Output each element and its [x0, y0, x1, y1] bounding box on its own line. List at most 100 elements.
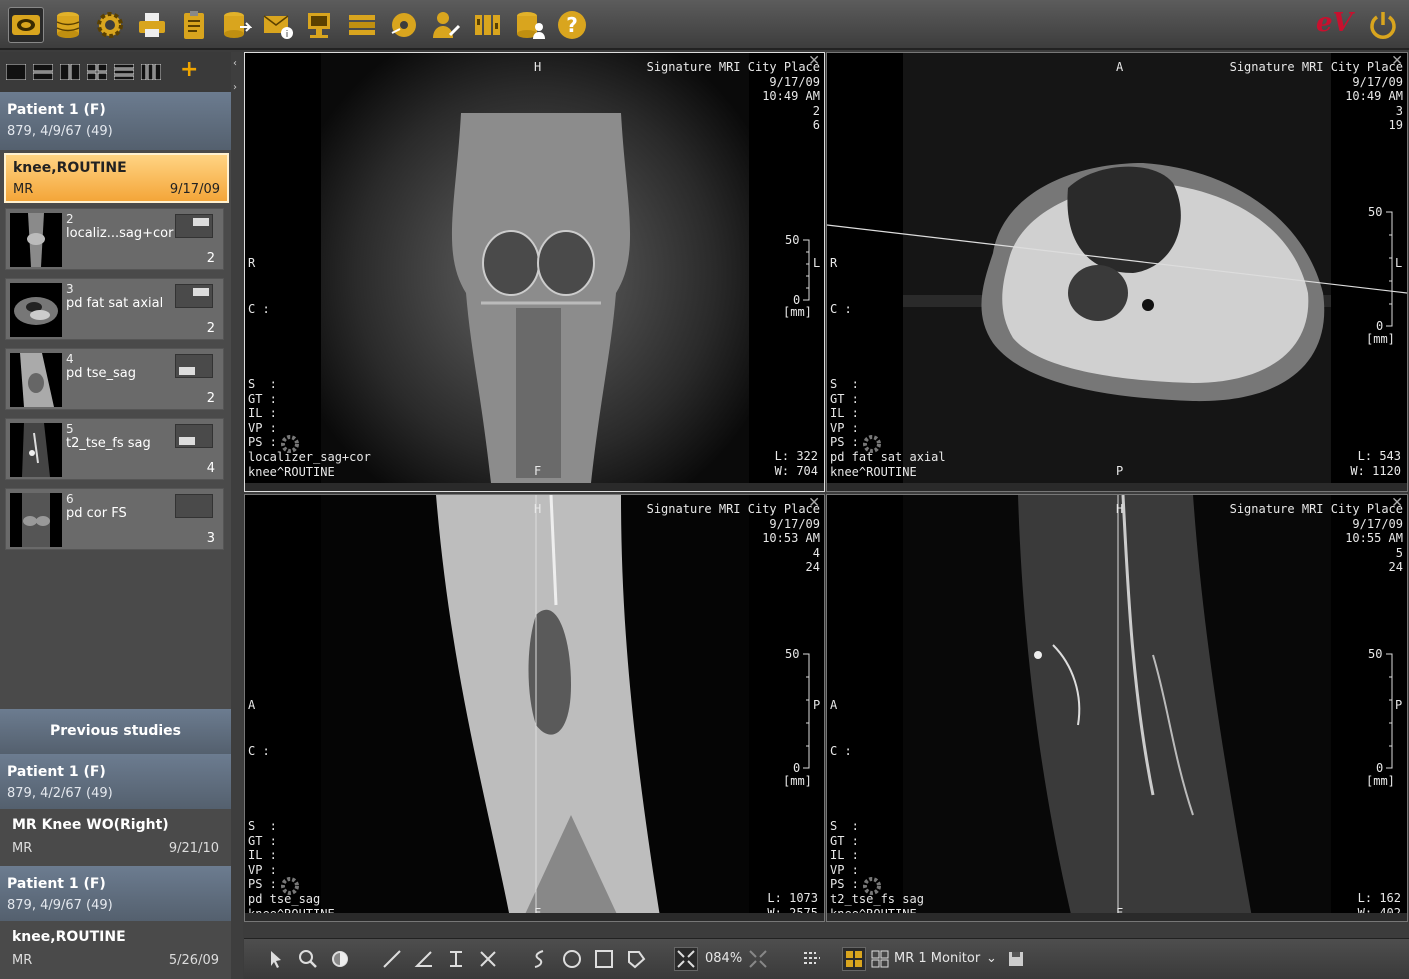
viewer-icon[interactable] — [8, 7, 44, 43]
viewport-1[interactable]: ✕ H F R L Signature MRI City Place 9/17/0… — [244, 52, 825, 492]
viewport-scrollbar[interactable] — [245, 483, 824, 491]
patient-name: Patient 1 (F) — [7, 102, 106, 118]
series-number: 3 — [1395, 103, 1403, 118]
viewport-settings-icon[interactable] — [861, 433, 883, 455]
chevron-down-icon[interactable]: ⌄ — [986, 951, 997, 966]
series-number: 5 — [66, 422, 74, 436]
layout-2x2-icon[interactable] — [86, 63, 108, 81]
expand-right-icon[interactable]: › — [233, 82, 237, 93]
cobb-angle-icon[interactable] — [444, 947, 468, 971]
previous-study-item[interactable]: MR Knee WO(Right) MR 9/21/10 — [0, 809, 231, 861]
layout-1x2-icon[interactable] — [59, 63, 81, 81]
series-image-count: 2 — [206, 391, 215, 406]
clipboard-icon[interactable] — [176, 7, 212, 43]
selected-study[interactable]: knee,ROUTINE MR 9/17/09 — [4, 153, 229, 203]
previous-study-item[interactable]: knee,ROUTINE MR 5/26/09 — [0, 921, 231, 973]
series-description: t2_tse_fs sag — [66, 436, 151, 451]
series-layout-indicator — [175, 494, 213, 518]
window-level-icon[interactable] — [328, 947, 352, 971]
viewport-settings-icon[interactable] — [279, 433, 301, 455]
viewport-settings-icon[interactable] — [279, 875, 301, 897]
reference-line — [535, 495, 537, 915]
viewport-info-top-right: Signature MRI City Place 9/17/09 10:49 AM 3… — [1230, 60, 1403, 133]
collapse-left-icon[interactable]: ‹ — [233, 58, 237, 69]
layout-columns-icon[interactable] — [140, 63, 162, 81]
series-item[interactable]: 3 pd fat sat axial 2 — [5, 278, 224, 340]
study-date: 9/17/09 — [1352, 516, 1403, 531]
overlay-gt: GT : — [248, 391, 277, 406]
viewport-3[interactable]: ✕ H F A P Signature MRI City Place9/17/0… — [244, 494, 825, 922]
overlay-il: IL : — [830, 406, 859, 421]
study-title: knee,ROUTINE — [13, 160, 127, 176]
help-icon[interactable]: ? — [554, 7, 590, 43]
printer-icon[interactable] — [134, 7, 170, 43]
viewport-4[interactable]: ✕ H F A P Signature MRI City Place9/17/0… — [826, 494, 1408, 922]
series-number: 2 — [812, 103, 820, 118]
width-value: W: 1120 — [1350, 463, 1401, 478]
layout-1x1-icon[interactable] — [5, 63, 27, 81]
series-thumbnail — [10, 353, 62, 407]
viewport-scrollbar[interactable] — [827, 913, 1407, 921]
orientation-top: A — [1116, 60, 1124, 74]
gear-icon[interactable] — [92, 7, 128, 43]
layout-2x1-icon[interactable] — [32, 63, 54, 81]
overlay-s: S : — [248, 377, 277, 391]
series-item[interactable]: 4 pd tse_sag 2 — [5, 348, 224, 410]
series-thumbnail — [10, 283, 62, 337]
series-description: pd cor FS — [66, 506, 127, 521]
add-layout-button[interactable]: + — [180, 57, 198, 82]
zoom-icon[interactable] — [296, 947, 320, 971]
envelope-info-icon[interactable]: i — [260, 7, 296, 43]
series-number: 4 — [812, 545, 820, 560]
viewport-settings-icon[interactable] — [861, 875, 883, 897]
freehand-icon[interactable] — [528, 947, 552, 971]
angle-icon[interactable] — [412, 947, 436, 971]
orientation-left: R — [830, 256, 838, 270]
viewport-scrollbar[interactable] — [245, 913, 824, 921]
monitor-select[interactable]: MR 1 Monitor — [894, 951, 980, 966]
viewport-2[interactable]: ✕ A P R L Signature MRI City Place 9/17/0… — [826, 52, 1408, 492]
study-modality: MR — [12, 841, 33, 856]
level-value: L: 322 — [774, 449, 818, 463]
zoom-level: 084% — [705, 951, 743, 966]
sync-icon[interactable] — [800, 947, 824, 971]
previous-studies-header: Previous studies — [0, 709, 231, 754]
panel-splitter[interactable]: ‹ › — [231, 52, 243, 979]
database-user-icon[interactable] — [512, 7, 548, 43]
polygon-roi-icon[interactable] — [624, 947, 648, 971]
study-title: MR Knee WO(Right) — [12, 817, 169, 833]
user-edit-icon[interactable] — [428, 7, 464, 43]
monitor-layout-icon[interactable] — [868, 947, 892, 971]
network-export-icon[interactable] — [302, 7, 338, 43]
layout-grid-icon[interactable] — [842, 947, 866, 971]
line-measure-icon[interactable] — [380, 947, 404, 971]
scale-unit: [mm] — [1366, 332, 1395, 346]
rectangle-roi-icon[interactable] — [592, 947, 616, 971]
orientation-bottom: P — [1116, 464, 1124, 478]
ellipse-roi-icon[interactable] — [560, 947, 584, 971]
series-item[interactable]: 5 t2_tse_fs sag 4 — [5, 418, 224, 480]
study-date: 9/17/09 — [169, 182, 220, 197]
scanner-icon[interactable] — [344, 7, 380, 43]
viewport-scrollbar[interactable] — [827, 483, 1407, 491]
actual-size-icon[interactable] — [746, 947, 770, 971]
database-export-icon[interactable] — [218, 7, 254, 43]
power-icon[interactable] — [1365, 7, 1401, 43]
series-thumbnail — [10, 213, 62, 267]
orientation-left: A — [248, 698, 256, 712]
hanging-protocol-icon[interactable] — [470, 7, 506, 43]
institution-name: Signature MRI City Place — [646, 502, 820, 516]
pointer-icon[interactable] — [264, 947, 288, 971]
scale-unit: [mm] — [783, 305, 812, 319]
series-item[interactable]: 6 pd cor FS 3 — [5, 488, 224, 550]
save-icon[interactable] — [1004, 947, 1028, 971]
study-date: 9/17/09 — [1352, 74, 1403, 89]
orientation-left: R — [248, 256, 256, 270]
cd-burn-icon[interactable] — [386, 7, 422, 43]
layout-rows-icon[interactable] — [113, 63, 135, 81]
fit-to-window-icon[interactable] — [674, 947, 698, 971]
series-item[interactable]: 2 localiz...sag+cor 2 — [5, 208, 224, 270]
overlay-il: IL : — [248, 848, 277, 863]
crosshair-icon[interactable] — [476, 947, 500, 971]
database-icon[interactable] — [50, 7, 86, 43]
